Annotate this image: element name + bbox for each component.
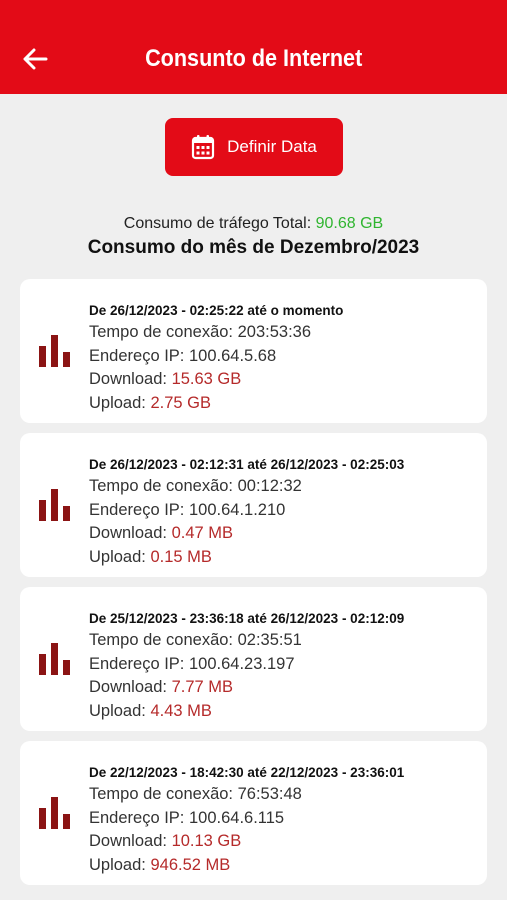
- download-label: Download:: [89, 370, 167, 388]
- session-card[interactable]: De 26/12/2023 - 02:12:31 até 26/12/2023 …: [20, 433, 487, 577]
- upload-value: 0.15 MB: [150, 547, 212, 566]
- download-label: Download:: [89, 678, 167, 696]
- ip-address-value: 100.64.23.197: [188, 654, 295, 673]
- calendar-icon: [192, 135, 215, 160]
- upload-label: Upload:: [89, 855, 146, 874]
- total-traffic-label: Consumo de tráfego Total:: [123, 215, 312, 232]
- connection-time-value: 203:53:36: [237, 323, 312, 341]
- session-range: De 26/12/2023 - 02:12:31 até 26/12/2023 …: [89, 457, 405, 472]
- session-range: De 22/12/2023 - 18:42:30 até 22/12/2023 …: [89, 765, 405, 780]
- ip-address-label: Endereço IP:: [89, 500, 185, 519]
- bar-chart-icon: [39, 489, 70, 521]
- session-list: De 26/12/2023 - 02:25:22 até o momento T…: [20, 279, 487, 895]
- ip-address-row: Endereço IP: 100.64.1.210: [89, 499, 477, 523]
- upload-label: Upload:: [89, 393, 146, 412]
- upload-row: Upload: 2.75 GB: [89, 392, 477, 416]
- ip-address-row: Endereço IP: 100.64.5.68: [89, 345, 477, 369]
- total-traffic-value: 90.68 GB: [315, 215, 384, 232]
- upload-value: 4.43 MB: [150, 701, 212, 720]
- download-row: Download: 15.63 GB: [89, 368, 477, 392]
- session-card[interactable]: De 22/12/2023 - 18:42:30 até 22/12/2023 …: [20, 741, 487, 885]
- ip-address-label: Endereço IP:: [89, 808, 185, 827]
- ip-address-value: 100.64.5.68: [188, 346, 277, 365]
- connection-time-value: 02:35:51: [237, 631, 302, 649]
- connection-time-row: Tempo de conexão: 02:35:51: [89, 629, 477, 653]
- session-card[interactable]: De 25/12/2023 - 23:36:18 até 26/12/2023 …: [20, 587, 487, 731]
- upload-value: 2.75 GB: [150, 393, 212, 412]
- download-value: 10.13 GB: [171, 832, 242, 850]
- download-row: Download: 10.13 GB: [89, 830, 477, 854]
- ip-address-label: Endereço IP:: [89, 346, 185, 365]
- bar-chart-icon: [39, 643, 70, 675]
- page-title: Consunto de Internet: [144, 45, 363, 72]
- bar-chart-icon: [39, 335, 70, 367]
- connection-time-row: Tempo de conexão: 00:12:32: [89, 475, 477, 499]
- connection-time-row: Tempo de conexão: 203:53:36: [89, 321, 477, 345]
- connection-time-value: 00:12:32: [237, 477, 302, 495]
- upload-label: Upload:: [89, 547, 146, 566]
- upload-row: Upload: 4.43 MB: [89, 700, 477, 724]
- connection-time-row: Tempo de conexão: 76:53:48: [89, 783, 477, 807]
- connection-time-label: Tempo de conexão:: [89, 631, 234, 649]
- session-range: De 26/12/2023 - 02:25:22 até o momento: [89, 303, 344, 318]
- connection-time-value: 76:53:48: [237, 785, 302, 803]
- set-date-button[interactable]: Definir Data: [165, 118, 343, 176]
- ip-address-row: Endereço IP: 100.64.6.115: [89, 807, 477, 831]
- connection-time-label: Tempo de conexão:: [89, 323, 234, 341]
- upload-label: Upload:: [89, 701, 146, 720]
- download-value: 0.47 MB: [171, 524, 234, 542]
- ip-address-row: Endereço IP: 100.64.23.197: [89, 653, 477, 677]
- upload-row: Upload: 946.52 MB: [89, 854, 477, 878]
- download-label: Download:: [89, 832, 167, 850]
- back-button[interactable]: [18, 44, 52, 74]
- session-range: De 25/12/2023 - 23:36:18 até 26/12/2023 …: [89, 611, 405, 626]
- upload-value: 946.52 MB: [150, 855, 231, 874]
- connection-time-label: Tempo de conexão:: [89, 477, 234, 495]
- ip-address-label: Endereço IP:: [89, 654, 185, 673]
- download-label: Download:: [89, 524, 167, 542]
- arrow-left-icon: [23, 48, 48, 70]
- summary: Consumo de tráfego Total: 90.68 GB Consu…: [0, 215, 507, 259]
- total-traffic: Consumo de tráfego Total: 90.68 GB: [0, 215, 507, 233]
- connection-time-label: Tempo de conexão:: [89, 785, 234, 803]
- month-title: Consumo do mês de Dezembro/2023: [87, 237, 420, 258]
- upload-row: Upload: 0.15 MB: [89, 546, 477, 570]
- bar-chart-icon: [39, 797, 70, 829]
- download-value: 7.77 MB: [171, 678, 234, 696]
- download-row: Download: 0.47 MB: [89, 522, 477, 546]
- ip-address-value: 100.64.6.115: [188, 808, 285, 827]
- app-bar: Consunto de Internet: [0, 0, 507, 94]
- session-card[interactable]: De 26/12/2023 - 02:25:22 até o momento T…: [20, 279, 487, 423]
- set-date-label: Definir Data: [227, 137, 317, 156]
- download-row: Download: 7.77 MB: [89, 676, 477, 700]
- ip-address-value: 100.64.1.210: [188, 500, 286, 519]
- download-value: 15.63 GB: [171, 370, 242, 388]
